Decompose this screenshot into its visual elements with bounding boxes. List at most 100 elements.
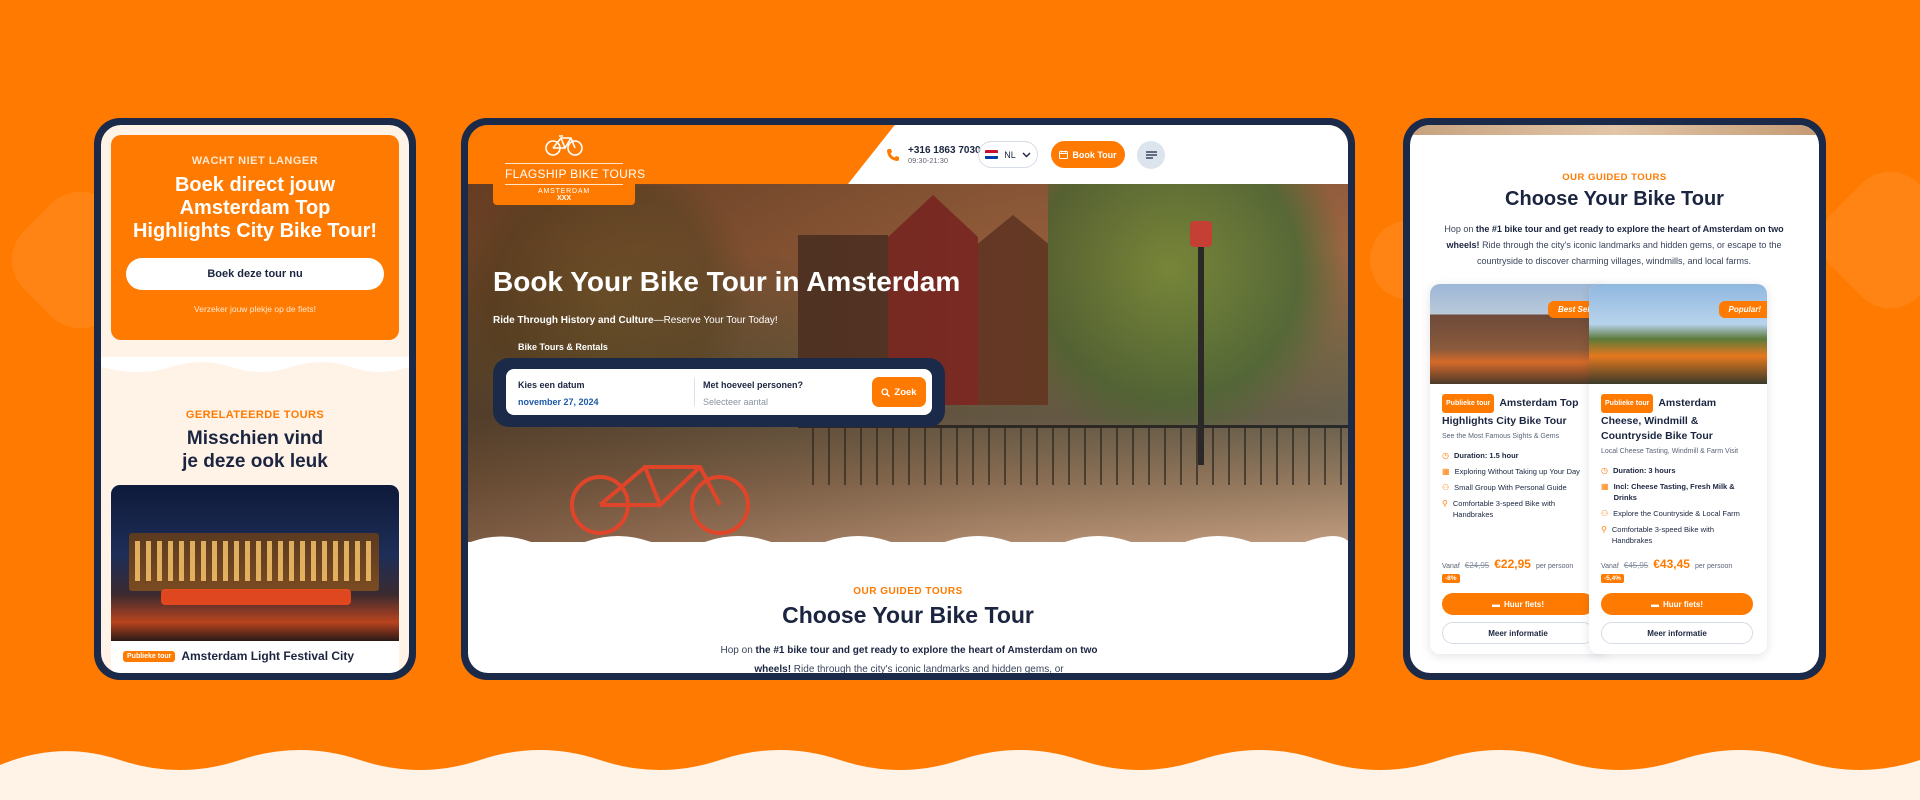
phone-contact[interactable]: +316 1863 7030 09:30-21:30 [886, 145, 981, 165]
tour-image-city: Best Seller! [1430, 284, 1608, 384]
cta-card: WACHT NIET LANGER Boek direct jouw Amste… [111, 135, 399, 340]
price-row: Vanaf €24,95 €22,95 per persoon [1442, 557, 1573, 571]
more-info-button[interactable]: Meer informatie [1601, 622, 1753, 644]
related-tour-card[interactable]: Publieke tour Amsterdam Light Festival C… [111, 485, 399, 673]
tour-image-countryside: Popular! [1589, 284, 1767, 384]
persons-field[interactable]: Met hoeveel personen? Selecteer aantal [703, 380, 803, 407]
related-title-line2: je deze ook leuk [182, 451, 328, 472]
ribbon-badge: Popular! [1718, 301, 1767, 318]
phone-text: +316 1863 7030 09:30-21:30 [908, 145, 981, 165]
mobile-device-frame: WACHT NIET LANGER Boek direct jouw Amste… [94, 118, 416, 680]
date-field[interactable]: Kies een datum november 27, 2024 [518, 380, 599, 407]
feature-item: ⚲ Comfortable 3-speed Bike with Handbrake… [1442, 498, 1596, 520]
hamburger-icon [1145, 151, 1157, 159]
price-row: Vanaf €45,95 €43,45 per persoon [1601, 557, 1732, 571]
tablet-screen: OUR GUIDED TOURS Choose Your Bike Tour H… [1410, 125, 1819, 673]
rent-bike-button[interactable]: ▬ Huur fiets! [1601, 593, 1753, 615]
clock-icon: ◷ [1442, 451, 1449, 460]
rent-label: Huur fiets! [1663, 599, 1703, 609]
lit-windows [135, 541, 373, 581]
search-form: Kies een datum november 27, 2024 Met hoe… [506, 369, 932, 415]
feature-text: Incl: Cheese Tasting, Fresh Milk & Drink… [1613, 482, 1735, 502]
clock-icon: ◷ [1601, 466, 1608, 475]
calendar-icon: ▦ [1442, 467, 1450, 476]
related-title-line1: Misschien vind [186, 428, 324, 449]
opening-hours: 09:30-21:30 [908, 156, 949, 165]
feature-text: Exploring Without Taking up Your Day [1454, 467, 1580, 476]
hero-subtitle-rest: —Reserve Your Tour Today! [653, 315, 778, 326]
date-value: november 27, 2024 [518, 397, 599, 407]
rent-label: Huur fiets! [1504, 599, 1544, 609]
feature-text: Comfortable 3-speed Bike with Handbrakes [1452, 499, 1555, 519]
phone-number: +316 1863 7030 [908, 145, 981, 156]
price-new: €22,95 [1494, 557, 1531, 571]
site-logo[interactable]: FLAGSHIP BIKE TOURS AMSTERDAM XXX [493, 125, 645, 205]
logo-city: AMSTERDAM [538, 188, 590, 195]
cta-eyebrow: WACHT NIET LANGER [191, 155, 319, 167]
menu-button[interactable] [1137, 141, 1165, 169]
cta-note: Verzeker jouw plekje op de fiets! [194, 304, 316, 314]
related-card-title-row: Publieke tour Amsterdam Light Festival C… [123, 649, 354, 663]
tablet-device-frame: OUR GUIDED TOURS Choose Your Bike Tour H… [1403, 118, 1826, 680]
more-info-button[interactable]: Meer informatie [1442, 622, 1594, 644]
search-button[interactable]: Zoek [872, 377, 926, 407]
book-tour-now-button[interactable]: Boek deze tour nu [126, 258, 384, 290]
tour-subtitle: See the Most Famous Sights & Gems [1442, 433, 1560, 440]
logo-mark: XXX [556, 195, 571, 202]
section-eyebrow: OUR GUIDED TOURS [853, 586, 963, 597]
bike-icon: ⚲ [1601, 525, 1607, 534]
feature-text: Small Group With Personal Guide [1454, 483, 1567, 492]
tour-card[interactable]: Best Seller! Publieke tour Amsterdam Top … [1430, 284, 1608, 654]
section-wave [101, 357, 409, 372]
price-from: Vanaf [1601, 563, 1619, 570]
search-button-label: Zoek [894, 386, 917, 398]
discount-badge: -5,4% [1601, 574, 1624, 583]
section-body: Hop on the #1 bike tour and get ready to… [704, 641, 1114, 673]
price-new: €43,45 [1653, 557, 1690, 571]
price-old: €24,95 [1464, 561, 1490, 570]
public-tour-badge: Publieke tour [1442, 394, 1495, 413]
nl-flag-icon [985, 150, 999, 159]
related-card-title: Amsterdam Light Festival City [181, 649, 355, 663]
hero-subtitle: Ride Through History and Culture—Reserve… [493, 315, 778, 326]
section-body: Hop on the #1 bike tour and get ready to… [1434, 221, 1794, 269]
feature-text: Duration: 3 hours [1612, 466, 1676, 475]
body-pre: Hop on [720, 645, 756, 656]
desktop-screen: FLAGSHIP BIKE TOURS AMSTERDAM XXX +316 1… [468, 125, 1348, 673]
group-icon: ⚇ [1601, 509, 1609, 518]
book-tour-button[interactable]: Book Tour [1051, 141, 1125, 168]
related-eyebrow: GERELATEERDE TOURS [185, 409, 325, 421]
feature-item: ◷ Duration: 1.5 hour [1442, 450, 1596, 461]
feature-item: ◷ Duration: 3 hours [1601, 465, 1755, 476]
tour-card-title: Publieke tour Amsterdam Cheese, Windmill … [1601, 394, 1755, 444]
top-image-strip [1410, 125, 1819, 135]
price-per: per persoon [1694, 563, 1733, 570]
logo-name: FLAGSHIP BIKE TOURS [505, 163, 645, 185]
phone-icon [887, 149, 899, 161]
tour-subtitle: Local Cheese Tasting, Windmill & Farm Vi… [1601, 448, 1739, 455]
cta-title: Boek direct jouw Amsterdam Top Highlight… [132, 174, 378, 242]
tour-card[interactable]: Popular! Publieke tour Amsterdam Cheese, … [1589, 284, 1767, 654]
feature-item: ▦ Incl: Cheese Tasting, Fresh Milk & Drin… [1601, 481, 1755, 503]
persons-label: Met hoeveel personen? [703, 380, 804, 390]
public-tour-badge: Publieke tour [123, 650, 176, 662]
chevron-down-icon [1022, 152, 1031, 157]
hero-wave [470, 536, 1348, 542]
feature-text: Duration: 1.5 hour [1453, 451, 1519, 460]
body-post: Ride through the city's iconic landmarks… [791, 664, 1064, 673]
body-post: Ride through the city's iconic landmarks… [1476, 240, 1782, 266]
search-icon [881, 387, 891, 397]
book-tour-label: Book Tour [1072, 149, 1117, 160]
bicycle-illustration [570, 465, 750, 535]
price-per: per persoon [1535, 563, 1574, 570]
mobile-screen: WACHT NIET LANGER Boek direct jouw Amste… [101, 125, 409, 673]
section-title: Choose Your Bike Tour [782, 602, 1034, 628]
section-title: Choose Your Bike Tour [1505, 188, 1724, 210]
hero-subtitle-bold: Ride Through History and Culture [493, 315, 654, 326]
bottom-wave [0, 750, 1920, 800]
rent-bike-button[interactable]: ▬ Huur fiets! [1442, 593, 1594, 615]
feature-item: ⚲ Comfortable 3-speed Bike with Handbrake… [1601, 524, 1755, 546]
language-selector[interactable]: NL [978, 141, 1038, 168]
feature-item: ▦ Exploring Without Taking up Your Day [1442, 466, 1596, 477]
tour-card-title: Publieke tour Amsterdam Top Highlights Ci… [1442, 394, 1596, 429]
